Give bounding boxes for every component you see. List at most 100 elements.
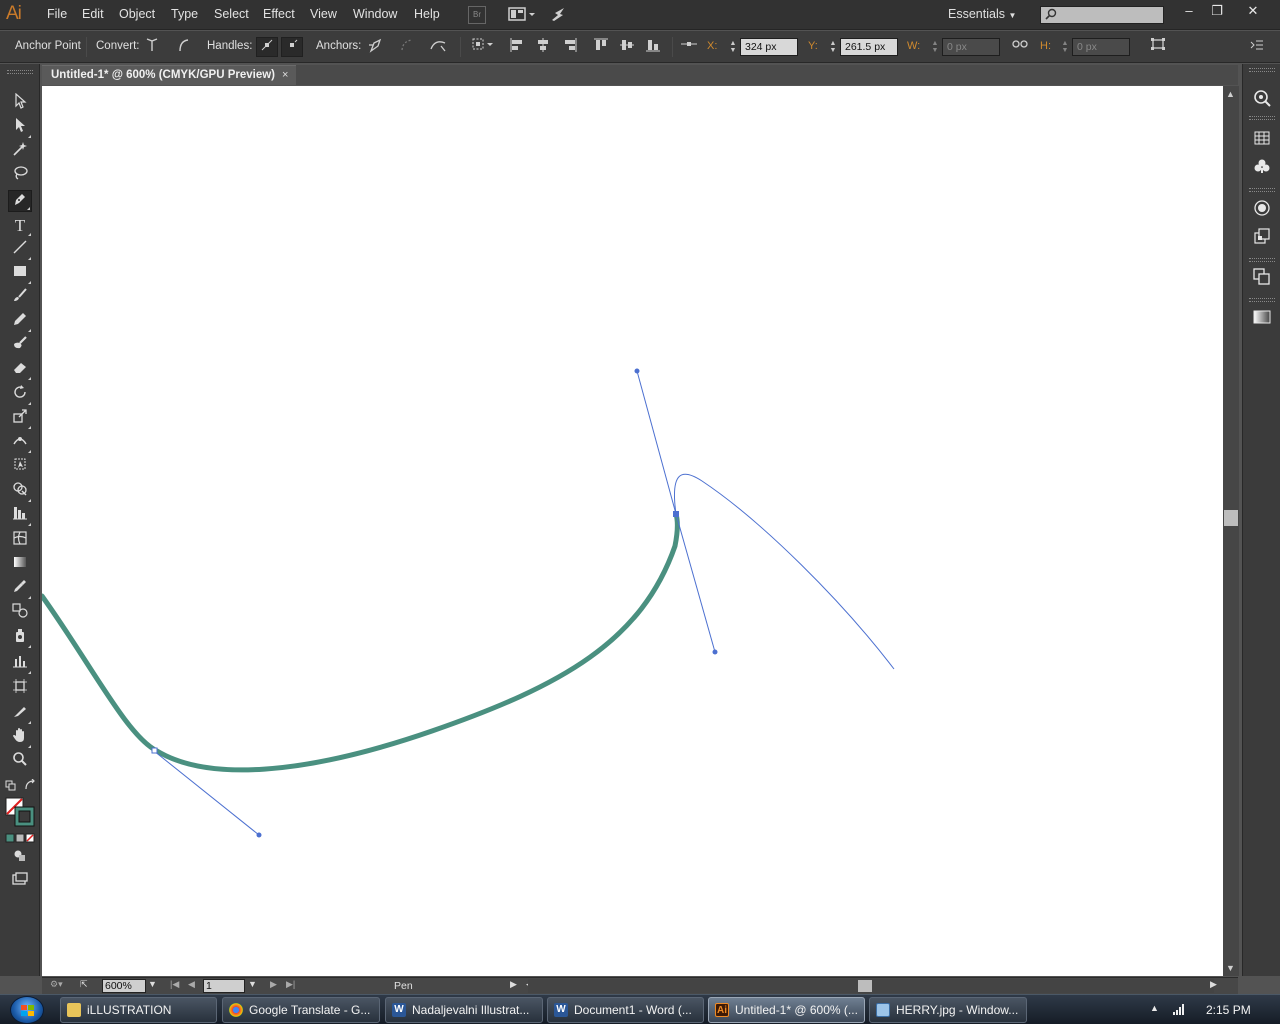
layers-icon[interactable]	[1251, 268, 1273, 290]
align-right-icon[interactable]	[559, 37, 581, 57]
type-tool-icon[interactable]: T	[8, 215, 32, 237]
symbols-icon[interactable]	[1251, 158, 1273, 180]
align-top-icon[interactable]	[590, 37, 612, 57]
scroll-up-icon[interactable]: ▲	[1226, 89, 1235, 99]
gpu-performance-icon[interactable]	[550, 6, 568, 24]
panel-grip[interactable]	[1249, 116, 1275, 120]
align-left-icon[interactable]	[506, 37, 528, 57]
rectangle-tool-icon[interactable]	[8, 263, 32, 285]
workspace-switcher[interactable]: Essentials ▼	[948, 7, 1016, 21]
close-button[interactable]: ✕	[1238, 2, 1268, 22]
menu-effect[interactable]: Effect	[263, 7, 295, 21]
transform-icon[interactable]	[1147, 37, 1169, 57]
status-menu-icon[interactable]: ▶	[510, 979, 517, 990]
hide-handles-multiple-icon[interactable]	[281, 37, 303, 57]
width-tool-icon[interactable]	[8, 432, 32, 454]
paintbrush-tool-icon[interactable]	[8, 287, 32, 309]
menu-object[interactable]: Object	[119, 7, 155, 21]
gpu-preview-icon[interactable]: ⚙▾	[50, 979, 63, 990]
panel-grip[interactable]	[7, 70, 33, 74]
taskbar-item-google-translate[interactable]: Google Translate - G...	[222, 997, 380, 1023]
connect-anchors-icon[interactable]	[396, 37, 418, 57]
appearance-icon[interactable]	[1251, 199, 1273, 221]
menu-file[interactable]: File	[47, 7, 67, 21]
scale-tool-icon[interactable]	[8, 408, 32, 430]
vertical-scrollbar[interactable]: ▲ ▼	[1223, 86, 1239, 976]
x-stepper[interactable]: ▲ ▼	[728, 40, 738, 54]
menu-view[interactable]: View	[310, 7, 337, 21]
stroke-color-swatch[interactable]	[14, 806, 36, 831]
blob-brush-tool-icon[interactable]	[8, 335, 32, 357]
color-mode-buttons[interactable]	[5, 832, 35, 846]
restore-button[interactable]: ❐	[1202, 2, 1232, 22]
horizontal-scrollbar[interactable]	[528, 979, 1214, 993]
lasso-tool-icon[interactable]	[8, 165, 32, 187]
swatches-icon[interactable]	[1251, 130, 1273, 152]
zoom-tool-icon[interactable]	[8, 751, 32, 773]
panel-grip[interactable]	[1249, 298, 1275, 302]
swap-colors-icon[interactable]	[24, 778, 36, 794]
free-transform-tool-icon[interactable]	[8, 456, 32, 478]
align-middle-icon[interactable]	[616, 37, 638, 57]
y-stepper[interactable]: ▲ ▼	[828, 40, 838, 54]
eyedropper-tool-icon[interactable]	[8, 578, 32, 600]
start-button[interactable]	[10, 996, 44, 1024]
bridge-icon[interactable]: Br	[468, 6, 486, 24]
direction-point-lower[interactable]	[712, 649, 718, 655]
taskbar-item-illustration-folder[interactable]: iLLUSTRATION	[60, 997, 217, 1023]
column-graph-tool-icon[interactable]	[8, 653, 32, 675]
symbol-sprayer-tool-icon[interactable]	[8, 627, 32, 649]
remove-anchor-icon[interactable]	[365, 37, 387, 57]
next-artboard-icon[interactable]: ▶	[270, 979, 277, 990]
mesh-tool-icon[interactable]	[8, 530, 32, 552]
y-field[interactable]: 261.5 px	[840, 38, 898, 56]
artboard-tool-icon[interactable]	[8, 678, 32, 700]
artboard-number-field[interactable]: 1	[203, 979, 245, 993]
last-artboard-icon[interactable]: ▶|	[286, 979, 295, 990]
panel-grip[interactable]	[1249, 188, 1275, 192]
hand-tool-icon[interactable]	[8, 727, 32, 749]
panel-grip[interactable]	[1249, 68, 1275, 72]
panel-menu-icon[interactable]	[1246, 37, 1268, 57]
menu-edit[interactable]: Edit	[82, 7, 104, 21]
pencil-tool-icon[interactable]	[8, 311, 32, 333]
align-bottom-icon[interactable]	[642, 37, 664, 57]
line-segment-tool-icon[interactable]	[8, 239, 32, 261]
constrain-proportions-icon[interactable]	[1009, 37, 1031, 57]
perspective-grid-tool-icon[interactable]	[8, 505, 32, 527]
direction-point-upper[interactable]	[634, 368, 640, 374]
w-stepper[interactable]: ▲ ▼	[930, 40, 940, 54]
anchor-point[interactable]	[151, 747, 158, 754]
pen-tool-icon[interactable]	[8, 190, 32, 212]
gradient-tool-icon[interactable]	[8, 554, 32, 576]
menu-select[interactable]: Select	[214, 7, 249, 21]
taskbar-item-word-nadaljevalni[interactable]: W Nadaljevalni Illustrat...	[385, 997, 543, 1023]
system-clock[interactable]: 2:15 PM	[1206, 1003, 1251, 1017]
direct-selection-tool-icon[interactable]	[8, 117, 32, 139]
network-signal-icon[interactable]	[1172, 1003, 1186, 1018]
menu-type[interactable]: Type	[171, 7, 198, 21]
x-field[interactable]: 324 px	[740, 38, 798, 56]
anchor-point-selected[interactable]	[673, 511, 679, 517]
graphic-styles-icon[interactable]	[1251, 228, 1273, 250]
drawing-mode-icon[interactable]	[8, 846, 32, 868]
align-center-icon[interactable]	[532, 37, 554, 57]
magic-wand-tool-icon[interactable]	[8, 141, 32, 163]
convert-to-corner-icon[interactable]	[141, 37, 163, 57]
convert-to-smooth-icon[interactable]	[172, 37, 194, 57]
artboard-canvas[interactable]	[42, 86, 1223, 976]
screen-mode-icon[interactable]	[8, 870, 32, 892]
taskbar-item-illustrator[interactable]: Ai Untitled-1* @ 600% (...	[708, 997, 865, 1023]
document-tab[interactable]: Untitled-1* @ 600% (CMYK/GPU Preview) ×	[42, 65, 296, 85]
selection-tool-icon[interactable]	[8, 92, 32, 115]
teal-stroke-path[interactable]	[42, 511, 680, 773]
show-handles-multiple-icon[interactable]	[256, 37, 278, 57]
blend-tool-icon[interactable]	[8, 602, 32, 624]
direction-point-left[interactable]	[256, 832, 262, 838]
shape-builder-tool-icon[interactable]	[8, 481, 32, 503]
zoom-dropdown-icon[interactable]: ▼	[148, 979, 157, 989]
scroll-right-icon[interactable]: ▶	[1210, 979, 1217, 990]
artboard-dropdown-icon[interactable]: ▼	[248, 979, 257, 989]
panel-grip[interactable]	[1249, 258, 1275, 262]
select-similar-icon[interactable]	[470, 37, 496, 57]
